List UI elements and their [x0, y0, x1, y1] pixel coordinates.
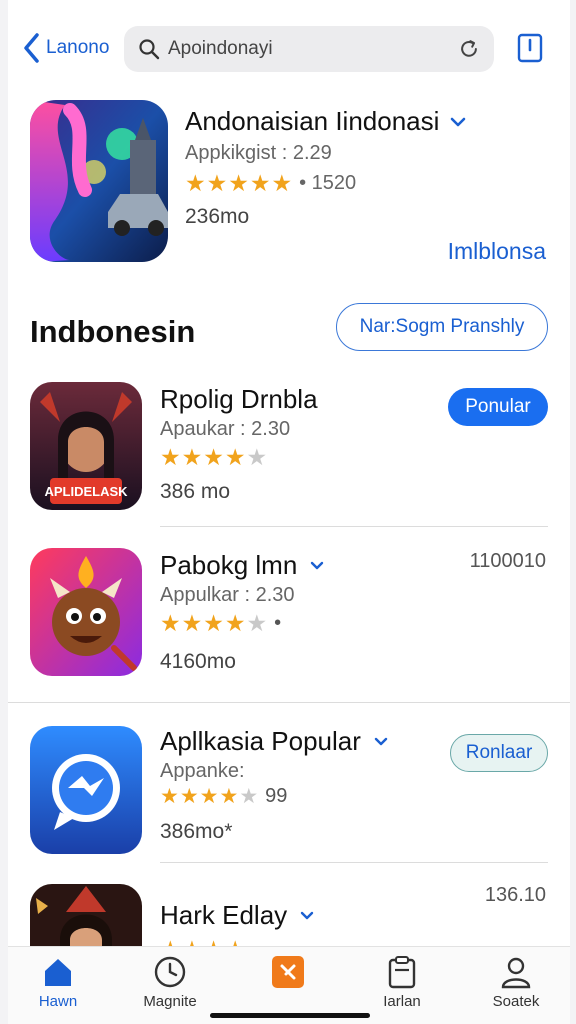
- app-name: Hark Edlay: [160, 900, 288, 930]
- tab-iarlan[interactable]: Iarlan: [352, 955, 452, 1010]
- refresh-icon[interactable]: [458, 38, 480, 60]
- app-rating: ★★★★★ 99: [160, 784, 287, 809]
- app-icon-rpolig[interactable]: APLIDELASK: [30, 382, 142, 510]
- star-rating: ★★★★★: [185, 170, 294, 196]
- tab-label: Iarlan: [383, 993, 421, 1010]
- chevron-down-icon[interactable]: [309, 558, 325, 574]
- tab-magnite[interactable]: Magnite: [120, 955, 220, 1010]
- app-size: 386mo*: [160, 820, 233, 843]
- section-title: Indbonesin: [30, 314, 196, 349]
- app-rating: ★★★★★ •: [160, 610, 281, 637]
- popular-button[interactable]: Ponular: [448, 388, 548, 426]
- chevron-down-icon[interactable]: [449, 113, 467, 131]
- app-name: Rpolig Drnbla: [160, 384, 318, 414]
- section-button-label: Nar:Sogm Pranshly: [359, 316, 525, 337]
- app-name-row[interactable]: Apllkasia Popular: [160, 726, 389, 757]
- featured-link[interactable]: Imlblonsa: [448, 238, 546, 265]
- bookmark-icon[interactable]: [516, 32, 544, 64]
- chevron-down-icon[interactable]: [373, 734, 389, 750]
- person-icon: [501, 957, 531, 989]
- featured-app-title[interactable]: Andonaisian Iindonasi: [185, 106, 467, 137]
- rating-count-value: 1520: [311, 172, 357, 194]
- app-rating: ★★★★★: [160, 444, 268, 471]
- tab-soatek[interactable]: Soatek: [466, 955, 566, 1010]
- tab-label: Magnite: [143, 993, 197, 1010]
- clock-icon: [154, 956, 186, 988]
- rating-extra: 99: [265, 785, 288, 807]
- search-bar[interactable]: [124, 26, 494, 72]
- app-size: 386 mo: [160, 480, 231, 503]
- app-name: Pabokg lmn: [160, 550, 298, 580]
- star-rating: ★★★★★: [160, 785, 260, 808]
- tab-label: Soatek: [492, 993, 540, 1010]
- app-name-row[interactable]: Hark Edlay: [160, 900, 315, 931]
- tab-label: Hawn: [38, 993, 78, 1010]
- app-icon: [272, 956, 304, 988]
- featured-app-icon[interactable]: [30, 100, 168, 262]
- app-number: 136.10: [484, 884, 546, 906]
- star-rating: ★★★★★: [160, 444, 269, 470]
- star-rating: ★★★★★: [160, 610, 269, 636]
- featured-rating: ★★★★★ • 1520: [185, 170, 356, 197]
- back-label: Lanono: [46, 37, 110, 58]
- featured-app-subtitle: Appkikgist : 2.29: [185, 142, 332, 164]
- app-name-row[interactable]: Pabokg lmn: [160, 550, 325, 581]
- tab-apps[interactable]: [238, 955, 338, 993]
- app-icon-pabokg[interactable]: [30, 548, 142, 676]
- character-artwork-icon: APLIDELASK: [30, 382, 142, 510]
- divider: [160, 862, 548, 863]
- app-number: 1100010: [469, 550, 546, 572]
- featured-app-name: Andonaisian Iindonasi: [185, 106, 440, 136]
- app-name: Apllkasia Popular: [160, 726, 361, 756]
- app-subtitle: Appulkar : 2.30: [160, 584, 295, 606]
- svg-text:APLIDELASK: APLIDELASK: [44, 484, 128, 499]
- search-input[interactable]: [168, 38, 458, 60]
- app-icon-aplikasia[interactable]: [30, 726, 142, 854]
- back-button[interactable]: Lanono: [22, 32, 109, 64]
- ronlaar-button[interactable]: Ronlaar: [450, 734, 548, 772]
- home-icon: [45, 959, 71, 986]
- featured-artwork-icon: [30, 100, 168, 262]
- tab-home[interactable]: Hawn: [8, 955, 108, 1010]
- featured-app-size: 236mo: [185, 205, 250, 228]
- search-icon: [139, 39, 160, 60]
- divider: [8, 702, 570, 703]
- chevron-down-icon[interactable]: [299, 908, 315, 924]
- home-indicator: [210, 1013, 370, 1018]
- section-button[interactable]: Nar:Sogm Pranshly: [336, 303, 548, 351]
- rating-extra: •: [274, 612, 282, 634]
- divider: [160, 526, 548, 527]
- chat-bubble-icon: [30, 726, 142, 854]
- chevron-left-icon: [24, 33, 39, 63]
- app-subtitle: Appanke:: [160, 760, 245, 782]
- rating-count: • 1520: [299, 172, 357, 194]
- top-bar: Lanono: [8, 24, 570, 76]
- app-size: 4160mo: [160, 650, 236, 673]
- app-subtitle: Apaukar : 2.30: [160, 418, 291, 440]
- mascot-artwork-icon: [30, 548, 142, 676]
- app-store-screen: Lanono Andonaisian Iindonas: [8, 0, 570, 1024]
- clipboard-icon: [388, 956, 416, 989]
